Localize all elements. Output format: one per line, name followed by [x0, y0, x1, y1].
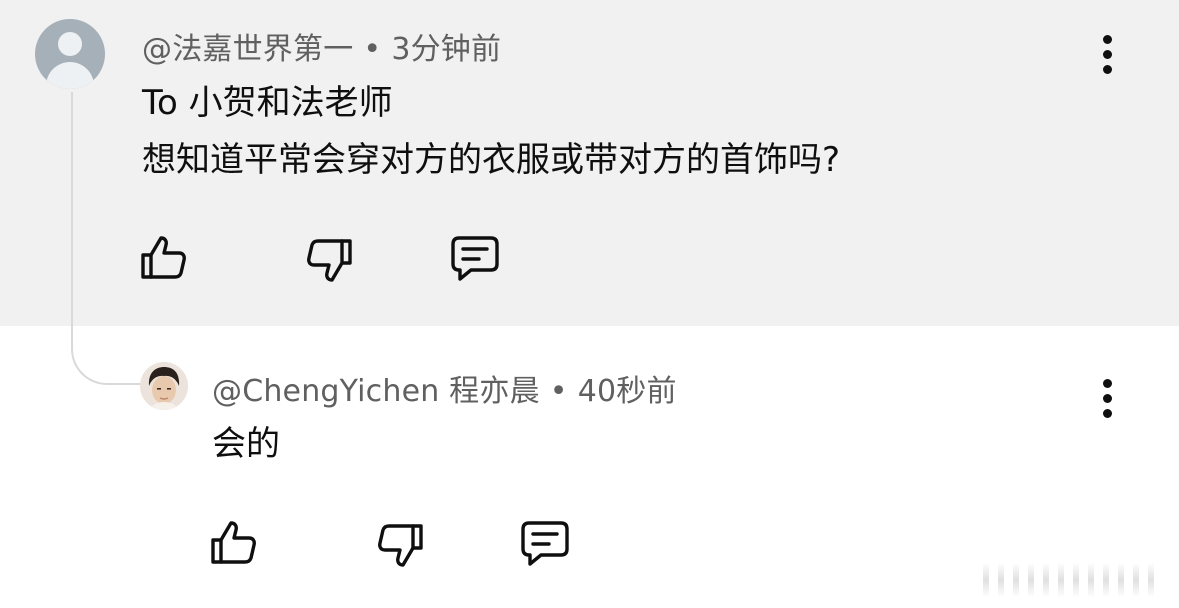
thumbs-up-icon — [211, 521, 256, 564]
comment-text-line-1: To 小贺和法老师 — [142, 83, 393, 123]
reply-text: 会的 — [212, 424, 280, 464]
avatar-head-shape — [58, 32, 82, 56]
reply-avatar[interactable] — [140, 362, 188, 410]
thumbs-down-icon — [307, 239, 352, 282]
comment-meta: @法嘉世界第一 • 3分钟前 — [142, 24, 501, 68]
reply-reply-button[interactable] — [519, 517, 571, 569]
comment-more-button[interactable] — [1096, 33, 1120, 77]
avatar-body-shape — [46, 62, 94, 89]
commenter-avatar[interactable] — [35, 19, 105, 89]
reply-author[interactable]: @ChengYichen 程亦晨 — [212, 374, 540, 409]
meta-separator: • — [363, 32, 382, 67]
thread-connector-line — [71, 92, 141, 385]
like-button[interactable] — [138, 232, 190, 284]
reply-more-button[interactable] — [1096, 377, 1120, 421]
reply-dislike-button[interactable] — [374, 519, 426, 571]
reply-button[interactable] — [449, 232, 501, 284]
comment-author[interactable]: @法嘉世界第一 — [142, 32, 353, 67]
thumbs-down-icon — [378, 524, 423, 567]
reply-like-button[interactable] — [208, 517, 260, 569]
reply-meta: @ChengYichen 程亦晨 • 40秒前 — [212, 366, 677, 410]
reply-time[interactable]: 40秒前 — [578, 374, 677, 409]
meta-separator: • — [549, 374, 568, 409]
more-vert-icon — [1103, 379, 1112, 388]
comment-thread: @法嘉世界第一 • 3分钟前 To 小贺和法老师 想知道平常会穿对方的衣服或带对方的… — [0, 0, 1179, 608]
comment-icon — [521, 521, 569, 566]
thumbs-up-icon — [141, 236, 186, 279]
more-vert-icon — [1103, 35, 1112, 44]
comment-text-line-2: 想知道平常会穿对方的衣服或带对方的首饰吗? — [142, 140, 841, 180]
comment-icon — [451, 236, 499, 281]
watermark-bars — [983, 563, 1173, 597]
user-photo-avatar — [140, 362, 188, 410]
dislike-button[interactable] — [303, 234, 355, 286]
comment-time[interactable]: 3分钟前 — [391, 32, 501, 67]
